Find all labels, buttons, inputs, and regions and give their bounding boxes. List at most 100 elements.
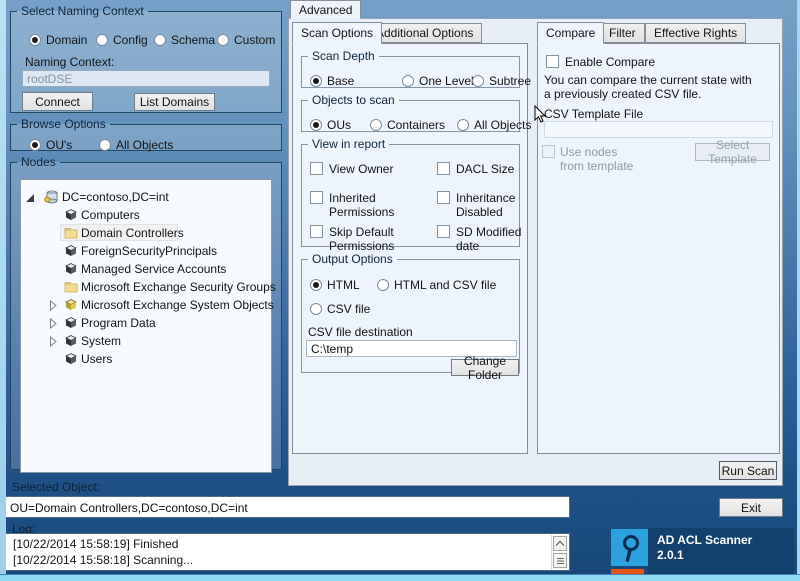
cube-yellow-icon <box>64 298 78 311</box>
select-template-button[interactable]: Select Template <box>695 143 770 161</box>
radio-ous[interactable] <box>29 139 41 151</box>
radio-all-objects[interactable] <box>99 139 111 151</box>
radio-ous-label[interactable]: OU's <box>46 138 72 152</box>
radio-custom[interactable] <box>217 34 229 46</box>
checkbox-enable-compare-label[interactable]: Enable Compare <box>565 55 655 69</box>
naming-context-group: Select Naming Context Domain Config Sche… <box>10 4 282 113</box>
list-domains-button[interactable]: List Domains <box>134 93 215 111</box>
checkbox-inheritance-disabled[interactable] <box>437 191 450 204</box>
csv-template-input[interactable] <box>544 121 773 138</box>
checkbox-inherited-permissions-label2[interactable]: Permissions <box>329 205 394 219</box>
log-box[interactable]: [10/22/2014 15:58:19] Finished [10/22/20… <box>5 533 570 571</box>
tab-additional-options[interactable]: Additional Options <box>367 23 482 43</box>
tree-item-label[interactable]: DC=contoso,DC=int <box>62 190 169 204</box>
tree-item-label[interactable]: Microsoft Exchange Security Groups <box>81 280 276 294</box>
checkbox-inheritance-disabled-label2[interactable]: Disabled <box>456 205 503 219</box>
tab-advanced[interactable]: Advanced <box>290 0 361 19</box>
collapsed-arrow-icon[interactable] <box>49 336 58 347</box>
tree-item-label[interactable]: Domain Controllers <box>81 226 184 240</box>
tab-filter[interactable]: Filter <box>600 23 645 43</box>
tree-item-label[interactable]: System <box>81 334 121 348</box>
checkbox-sd-modified-date-label2[interactable]: date <box>456 239 479 253</box>
radio-config[interactable] <box>96 34 108 46</box>
log-scrollbar[interactable] <box>551 535 568 570</box>
radio-all-objects-scan-label[interactable]: All Objects <box>474 118 531 132</box>
container-icon <box>64 244 78 257</box>
radio-csv-file-label[interactable]: CSV file <box>327 302 370 316</box>
tab-compare[interactable]: Compare <box>537 22 604 44</box>
collapsed-arrow-icon[interactable] <box>49 318 58 329</box>
window-frame-left <box>0 0 6 575</box>
checkbox-inherited-permissions[interactable] <box>310 191 323 204</box>
tree-item-label[interactable]: Program Data <box>81 316 156 330</box>
checkbox-dacl-size[interactable] <box>437 162 450 175</box>
scan-depth-title: Scan Depth <box>308 49 379 63</box>
checkbox-inheritance-disabled-label[interactable]: Inheritance <box>456 191 515 205</box>
radio-html[interactable] <box>310 279 322 291</box>
tree-item-label[interactable]: Microsoft Exchange System Objects <box>81 298 274 312</box>
magnifier-icon <box>615 533 645 563</box>
radio-html-label[interactable]: HTML <box>327 278 360 292</box>
radio-schema-label[interactable]: Schema <box>171 33 215 47</box>
radio-html-and-csv[interactable] <box>377 279 389 291</box>
tree-item-label[interactable]: Computers <box>81 208 140 222</box>
radio-all-objects-label[interactable]: All Objects <box>116 138 173 152</box>
connect-button[interactable]: Connect <box>22 92 93 111</box>
checkbox-use-nodes-label: Use nodes <box>560 145 617 159</box>
view-in-report-group: View in report View Owner DACL Size Inhe… <box>301 137 520 247</box>
radio-ous-scan[interactable] <box>310 119 322 131</box>
radio-all-objects-scan[interactable] <box>457 119 469 131</box>
collapsed-arrow-icon[interactable] <box>49 300 58 311</box>
checkbox-skip-default-permissions-label[interactable]: Skip Default <box>329 225 394 239</box>
radio-ous-scan-label[interactable]: OUs <box>327 118 351 132</box>
change-folder-button[interactable]: Change Folder <box>451 359 519 376</box>
container-icon <box>64 208 78 221</box>
window-frame-bottom <box>0 574 800 581</box>
selected-object-input[interactable] <box>5 496 570 518</box>
checkbox-sd-modified-date-label[interactable]: SD Modified <box>456 225 521 239</box>
radio-base[interactable] <box>310 75 322 87</box>
tree-item-label[interactable]: Users <box>81 352 112 366</box>
radio-domain-label[interactable]: Domain <box>46 33 87 47</box>
radio-subtree[interactable] <box>472 75 484 87</box>
checkbox-dacl-size-label[interactable]: DACL Size <box>456 162 514 176</box>
expanded-arrow-icon[interactable] <box>26 193 35 203</box>
run-scan-button[interactable]: Run Scan <box>719 461 777 480</box>
tab-effective-rights[interactable]: Effective Rights <box>645 23 746 43</box>
container-icon <box>64 316 78 329</box>
radio-containers-label[interactable]: Containers <box>387 118 445 132</box>
tree-item-label[interactable]: Managed Service Accounts <box>81 262 226 276</box>
radio-subtree-label[interactable]: Subtree <box>489 74 531 88</box>
radio-html-and-csv-label[interactable]: HTML and CSV file <box>394 278 496 292</box>
scroll-up-icon[interactable] <box>553 536 567 551</box>
checkbox-skip-default-permissions-label2[interactable]: Permissions <box>329 239 394 253</box>
objects-to-scan-title: Objects to scan <box>308 93 399 107</box>
log-entry: [10/22/2014 15:58:19] Finished <box>13 537 178 551</box>
output-options-title: Output Options <box>308 252 397 266</box>
app-title: AD ACL Scanner <box>657 533 752 547</box>
radio-schema[interactable] <box>154 34 166 46</box>
radio-one-level-label[interactable]: One Level <box>419 74 474 88</box>
checkbox-inherited-permissions-label[interactable]: Inherited <box>329 191 376 205</box>
checkbox-view-owner[interactable] <box>310 162 323 175</box>
naming-context-label: Naming Context: <box>25 55 114 69</box>
radio-base-label[interactable]: Base <box>327 74 354 88</box>
radio-one-level[interactable] <box>402 75 414 87</box>
nodes-tree[interactable]: DC=contoso,DC=int Computers Domain Contr… <box>20 179 272 473</box>
exit-button[interactable]: Exit <box>719 498 783 517</box>
radio-domain[interactable] <box>29 34 41 46</box>
radio-custom-label[interactable]: Custom <box>234 33 275 47</box>
mouse-cursor <box>534 105 547 124</box>
scrollbar-thumb[interactable] <box>553 553 567 568</box>
radio-csv-file[interactable] <box>310 303 322 315</box>
checkbox-sd-modified-date[interactable] <box>437 225 450 238</box>
checkbox-use-nodes-from-template[interactable] <box>542 145 555 158</box>
checkbox-view-owner-label[interactable]: View Owner <box>329 162 393 176</box>
tab-scan-options[interactable]: Scan Options <box>292 22 382 44</box>
checkbox-enable-compare[interactable] <box>546 55 559 68</box>
radio-containers[interactable] <box>370 119 382 131</box>
radio-config-label[interactable]: Config <box>113 33 148 47</box>
tree-item-label[interactable]: ForeignSecurityPrincipals <box>81 244 217 258</box>
naming-context-input[interactable] <box>22 70 270 87</box>
checkbox-skip-default-permissions[interactable] <box>310 225 323 238</box>
